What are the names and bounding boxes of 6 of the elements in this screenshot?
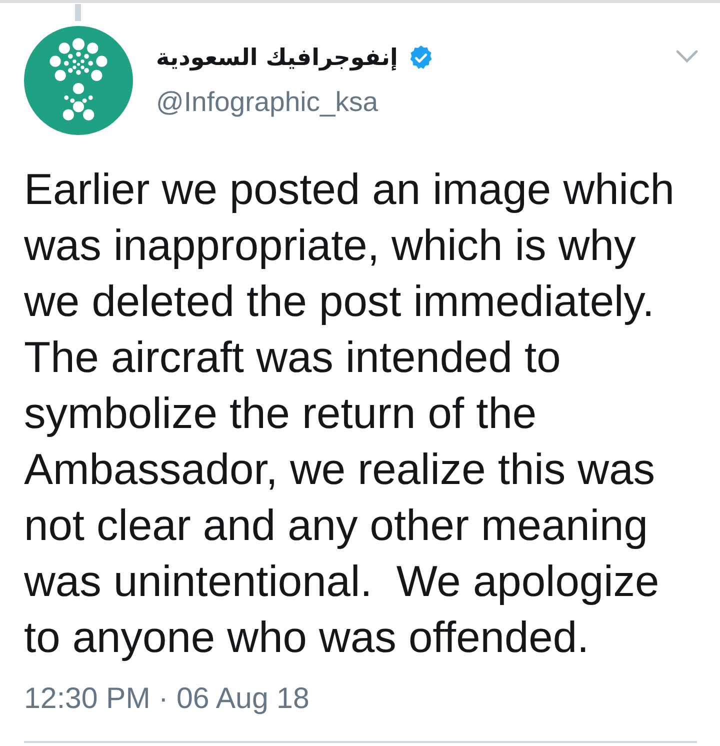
avatar-logo-icon[interactable] — [24, 26, 133, 135]
tweet-timestamp[interactable]: 12:30 PM · 06 Aug 18 — [24, 682, 696, 716]
tweet-text: Earlier we posted an image which was inappropriate, which is why we deleted the post immediately. The aircraft was intended to symbolize the return of the Ambassador, we realize this was not clear and any other meaning was unintentional. We apologize to anyone who was offended. — [24, 165, 676, 664]
author-name[interactable]: إنفوجرافيك السعودية — [156, 45, 398, 71]
author-handle[interactable]: @Infographic_ksa — [156, 86, 676, 118]
chevron-down-icon[interactable] — [676, 50, 698, 63]
